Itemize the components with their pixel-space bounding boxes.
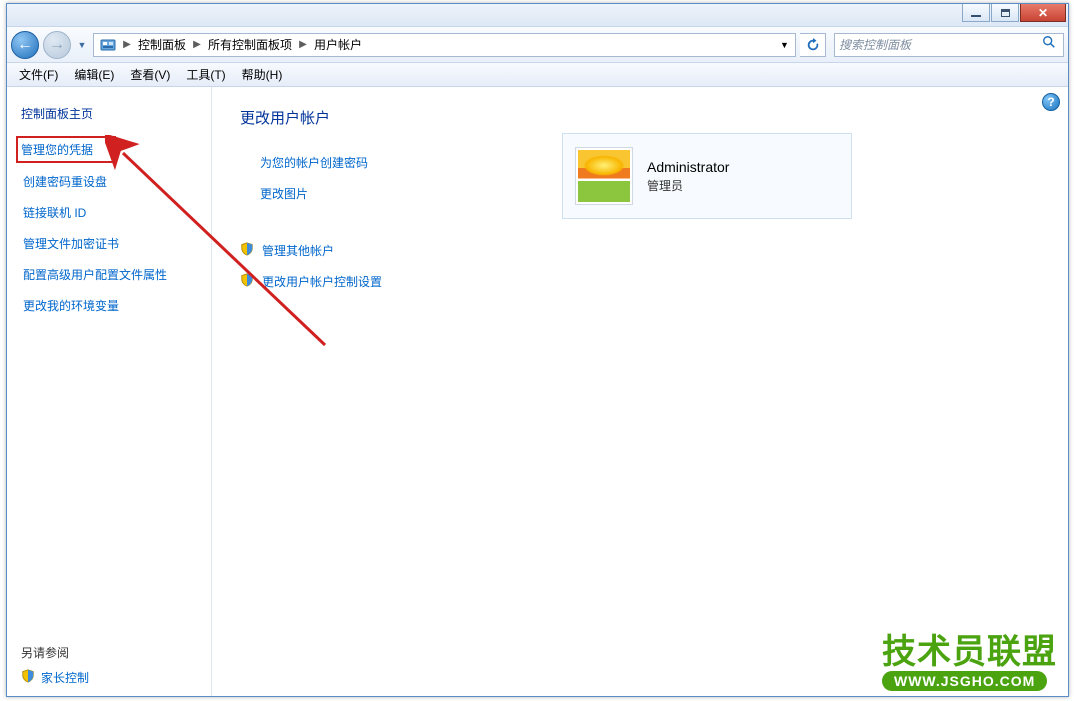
action-change-uac-settings[interactable]: 更改用户帐户控制设置 bbox=[240, 269, 1040, 294]
control-panel-window: ✕ ← → ▼ ▶ 控制面板 ▶ 所有控制面板项 ▶ 用户帐户 ▼ bbox=[6, 3, 1069, 697]
breadcrumb-user-accounts[interactable]: 用户帐户 bbox=[310, 34, 366, 56]
breadcrumb-all-items[interactable]: 所有控制面板项 bbox=[204, 34, 296, 56]
sidebar-link-manage-efs-cert[interactable]: 管理文件加密证书 bbox=[21, 231, 197, 256]
main-content: ? 更改用户帐户 为您的帐户创建密码 更改图片 管理其他帐户 更改用户帐户控制设… bbox=[212, 87, 1068, 696]
nav-forward-button[interactable]: → bbox=[43, 31, 71, 59]
sidebar-link-manage-credentials[interactable]: 管理您的凭据 bbox=[16, 136, 116, 163]
sidebar-link-create-reset-disk[interactable]: 创建密码重设盘 bbox=[21, 169, 197, 194]
breadcrumb-chevron-icon[interactable]: ▶ bbox=[296, 39, 310, 50]
search-box[interactable] bbox=[834, 33, 1064, 57]
shield-icon bbox=[240, 242, 254, 259]
see-also-link-label: 家长控制 bbox=[41, 669, 89, 686]
avatar-image bbox=[578, 150, 630, 202]
breadcrumb-chevron-icon[interactable]: ▶ bbox=[190, 39, 204, 50]
menu-view[interactable]: 查看(V) bbox=[122, 63, 178, 86]
help-button[interactable]: ? bbox=[1042, 93, 1060, 111]
action-label: 更改图片 bbox=[260, 185, 308, 202]
minimize-icon bbox=[971, 15, 981, 17]
menu-tools[interactable]: 工具(T) bbox=[178, 63, 233, 86]
page-title: 更改用户帐户 bbox=[240, 107, 1040, 128]
sidebar-link-configure-profile[interactable]: 配置高级用户配置文件属性 bbox=[21, 262, 197, 287]
menu-file[interactable]: 文件(F) bbox=[11, 63, 66, 86]
help-icon: ? bbox=[1047, 95, 1054, 109]
sidebar-link-link-online-id[interactable]: 链接联机 ID bbox=[21, 200, 197, 225]
forward-arrow-icon: → bbox=[49, 37, 65, 53]
see-also-parental-controls[interactable]: 家长控制 bbox=[21, 669, 197, 686]
action-manage-other-accounts[interactable]: 管理其他帐户 bbox=[240, 238, 1040, 263]
see-also-heading: 另请参阅 bbox=[21, 644, 197, 661]
navigation-bar: ← → ▼ ▶ 控制面板 ▶ 所有控制面板项 ▶ 用户帐户 ▼ bbox=[7, 27, 1068, 63]
account-name: Administrator bbox=[647, 159, 729, 175]
menu-bar: 文件(F) 编辑(E) 查看(V) 工具(T) 帮助(H) bbox=[7, 63, 1068, 87]
action-label: 管理其他帐户 bbox=[262, 242, 334, 259]
menu-help[interactable]: 帮助(H) bbox=[234, 63, 291, 86]
shield-icon bbox=[21, 669, 35, 686]
address-bar[interactable]: ▶ 控制面板 ▶ 所有控制面板项 ▶ 用户帐户 ▼ bbox=[93, 33, 796, 57]
window-titlebar: ✕ bbox=[7, 4, 1068, 27]
search-icon[interactable] bbox=[1042, 35, 1059, 54]
back-arrow-icon: ← bbox=[17, 37, 33, 53]
search-input[interactable] bbox=[839, 38, 1042, 52]
refresh-button[interactable] bbox=[800, 33, 826, 57]
refresh-icon bbox=[806, 38, 820, 52]
sidebar-link-change-env-vars[interactable]: 更改我的环境变量 bbox=[21, 293, 197, 318]
window-body: 控制面板主页 管理您的凭据 创建密码重设盘 链接联机 ID 管理文件加密证书 配… bbox=[7, 87, 1068, 696]
breadcrumb-control-panel[interactable]: 控制面板 bbox=[134, 34, 190, 56]
close-button[interactable]: ✕ bbox=[1020, 4, 1066, 22]
minimize-button[interactable] bbox=[962, 4, 990, 22]
menu-edit[interactable]: 编辑(E) bbox=[66, 63, 122, 86]
action-label: 更改用户帐户控制设置 bbox=[262, 273, 382, 290]
sidebar-home-title[interactable]: 控制面板主页 bbox=[21, 105, 197, 122]
breadcrumb-chevron-icon[interactable]: ▶ bbox=[120, 39, 134, 50]
close-icon: ✕ bbox=[1038, 6, 1048, 20]
avatar bbox=[575, 147, 633, 205]
address-bar-dropdown[interactable]: ▼ bbox=[775, 34, 793, 56]
control-panel-icon bbox=[99, 36, 117, 54]
nav-history-dropdown[interactable]: ▼ bbox=[75, 35, 89, 55]
nav-back-button[interactable]: ← bbox=[11, 31, 39, 59]
shield-icon bbox=[240, 273, 254, 290]
account-role: 管理员 bbox=[647, 177, 729, 194]
action-label: 为您的帐户创建密码 bbox=[260, 154, 368, 171]
maximize-button[interactable] bbox=[991, 4, 1019, 22]
account-card: Administrator 管理员 bbox=[562, 133, 852, 219]
sidebar: 控制面板主页 管理您的凭据 创建密码重设盘 链接联机 ID 管理文件加密证书 配… bbox=[7, 87, 212, 696]
maximize-icon bbox=[1001, 9, 1010, 17]
